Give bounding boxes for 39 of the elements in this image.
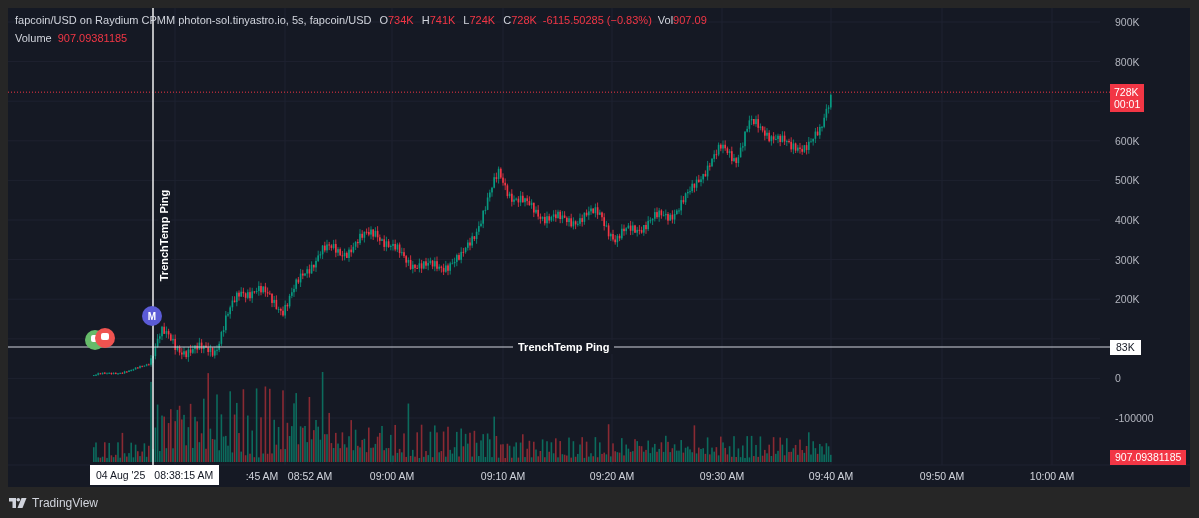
price-tick: 400K [1115, 213, 1140, 227]
price-value: 728K [1114, 86, 1140, 99]
time-tick: 08:52 AM [287, 470, 333, 482]
marker-icon[interactable] [95, 328, 115, 348]
volume-value: Vol907.09 [657, 14, 707, 26]
vertical-line[interactable] [152, 8, 154, 466]
volume-label: Volume [15, 32, 52, 44]
price-tick: 800K [1115, 54, 1140, 69]
price-tick: 600K [1115, 133, 1140, 148]
price-tick: -100000 [1115, 411, 1154, 425]
line-label: TrenchTemp Ping [513, 340, 615, 354]
time-value: 08:38:15 AM [154, 469, 214, 481]
time-tick: 09:00 AM [369, 470, 415, 482]
time-tick: 09:50 AM [919, 470, 965, 482]
ohlc-value: O734K [379, 14, 414, 26]
volume-value: 907.09381185 [57, 32, 128, 44]
volume-price-label: 907.09381185 [1110, 450, 1187, 465]
price-tick: 500K [1115, 173, 1140, 188]
ohlc-value: H741K [421, 14, 456, 26]
time-tick: 09:30 AM [699, 470, 745, 482]
ohlc-value: C728K [503, 14, 537, 26]
price-tick: 900K [1115, 15, 1140, 29]
logo-icon [9, 498, 27, 508]
time-tick: :45 AM [245, 470, 279, 482]
price-tick: 200K [1115, 292, 1140, 307]
time-tick: 09:10 AM [480, 470, 526, 482]
date-value: 04 Aug '25 [96, 469, 146, 481]
price-tick: 0 [1115, 371, 1121, 386]
time-tick: 09:20 AM [589, 470, 635, 482]
crosshair-price-label: 83K [1110, 340, 1141, 355]
brand-name: TradingView [32, 496, 99, 510]
price-tick: 300K [1115, 252, 1140, 267]
countdown-value: 00:01 [1114, 98, 1141, 111]
price-change: -6115.50285 (−0.83%) [542, 14, 652, 26]
time-tick: 09:40 AM [808, 470, 854, 482]
ohlc-value: L724K [463, 14, 496, 26]
marker-badge[interactable]: M [142, 306, 162, 326]
horizontal-line[interactable] [8, 346, 1111, 348]
time-tick: 10:00 AM [1029, 470, 1075, 482]
